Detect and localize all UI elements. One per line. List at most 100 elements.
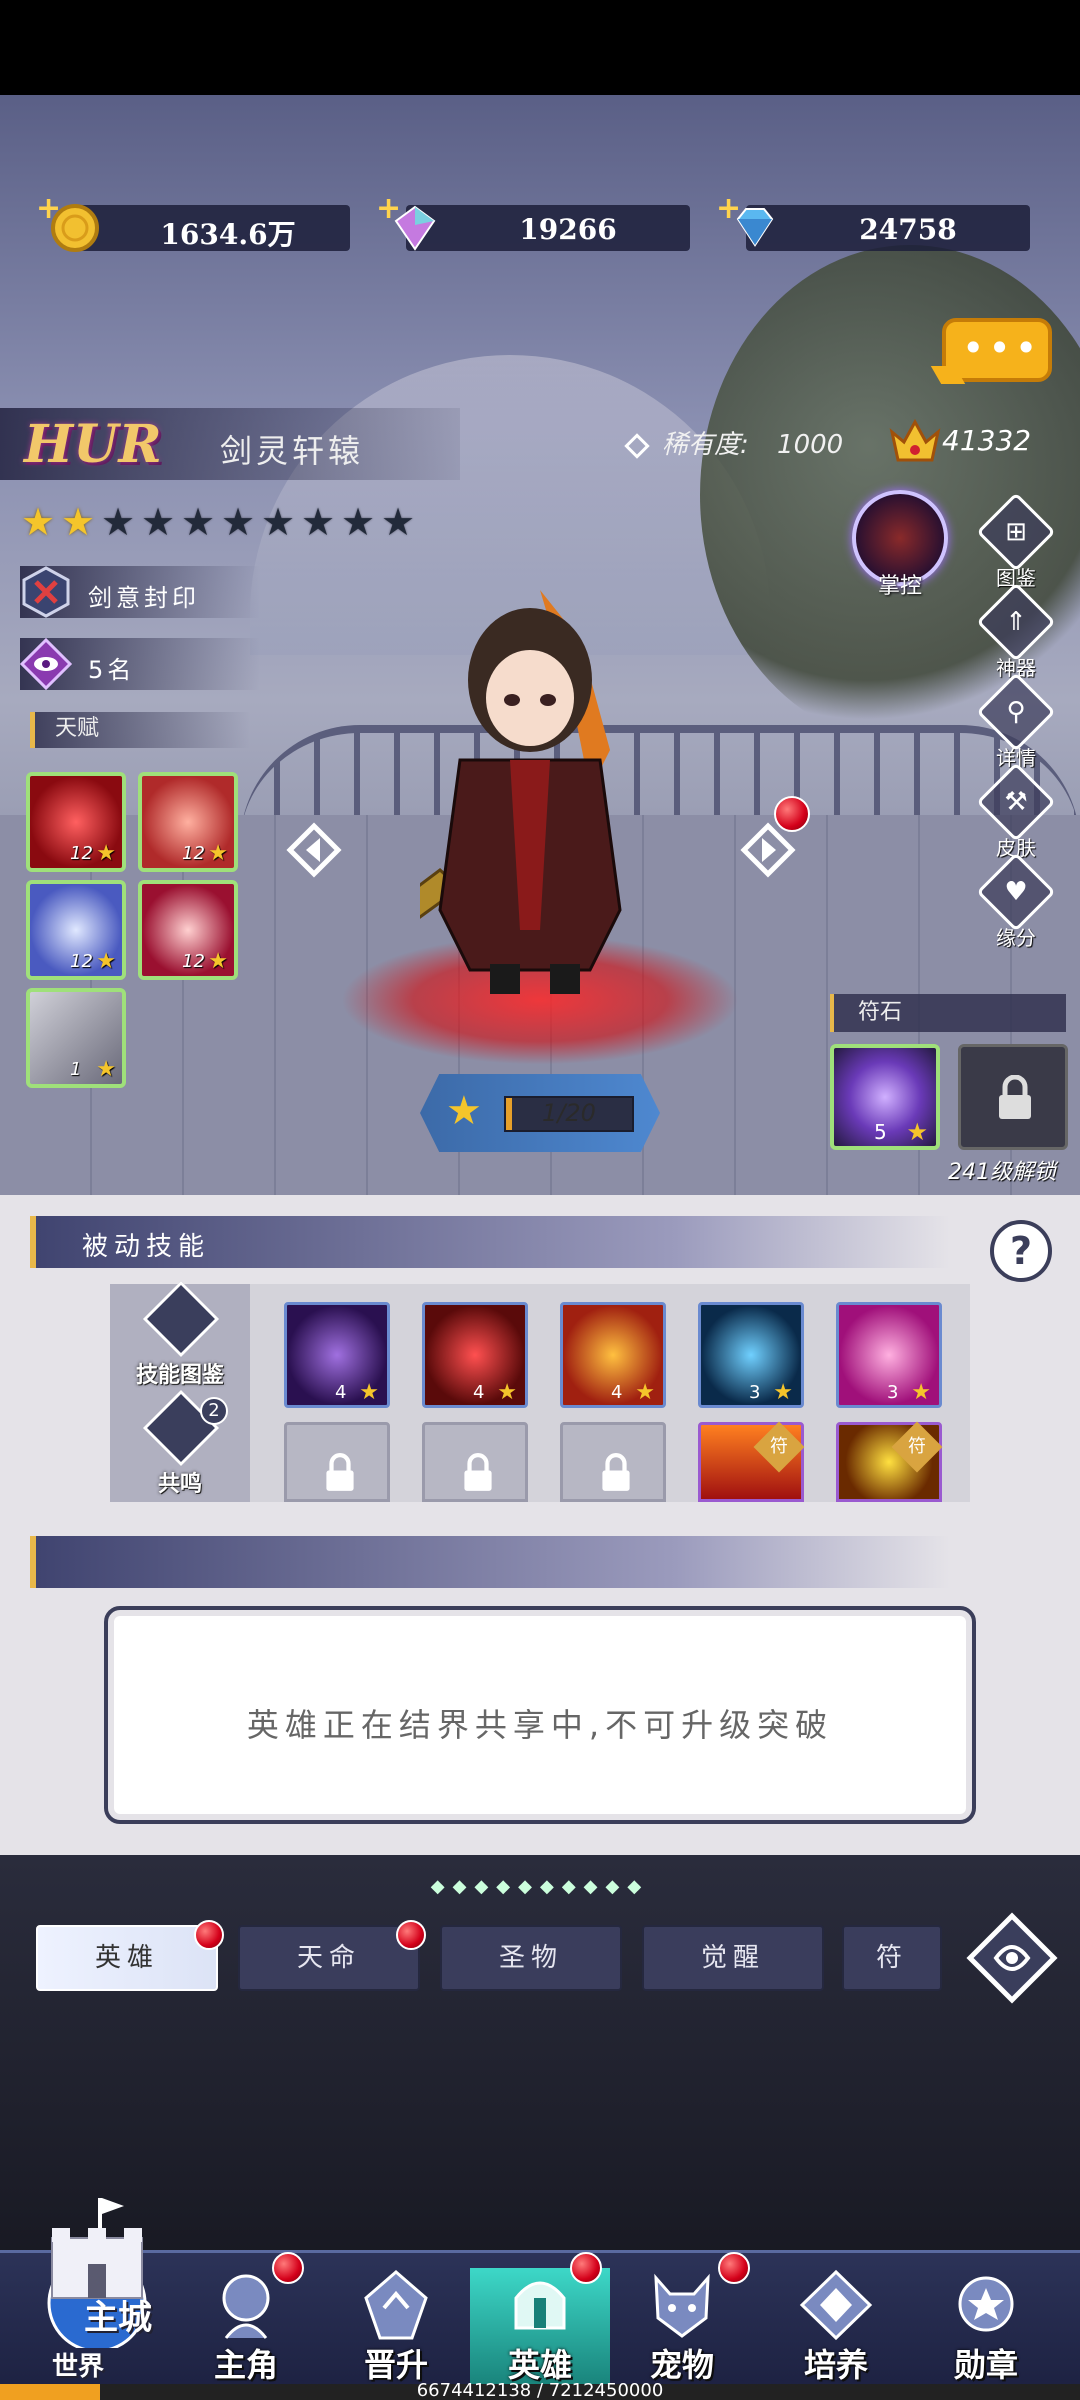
- passive-slot-rune-2[interactable]: 符: [836, 1421, 943, 1502]
- star-icon: ★: [20, 500, 56, 544]
- passive-skill-5[interactable]: 3 ★: [836, 1302, 942, 1408]
- star-icon: ★: [359, 1380, 379, 1405]
- passive-skill-1[interactable]: 4 ★: [284, 1302, 390, 1408]
- chat-dots-icon: •••: [962, 326, 1042, 370]
- passive-slot-locked-2[interactable]: [422, 1422, 528, 1502]
- gold-value: 1634.6万: [160, 218, 296, 251]
- level-up-arrow-icon: ★: [446, 1088, 482, 1134]
- hero-character[interactable]: [420, 570, 660, 1010]
- world-label: 世界: [52, 2352, 105, 2382]
- tab-label: 符: [875, 1943, 908, 1973]
- passive-skill-3[interactable]: 4 ★: [560, 1302, 666, 1408]
- star-icon: ★: [380, 500, 416, 544]
- helmet-icon: [514, 2281, 566, 2330]
- tab-scroll-icon[interactable]: [966, 1912, 1058, 2004]
- talent-skill-4[interactable]: 12 ★: [138, 880, 238, 980]
- passive-skill-2[interactable]: 4 ★: [422, 1302, 528, 1408]
- skill-level: 3: [887, 1382, 899, 1403]
- talent-skill-5[interactable]: 1 ★: [26, 988, 126, 1088]
- cultivate-icon: [799, 2269, 873, 2341]
- hero-name-banner: HUR 剑灵轩辕: [0, 408, 460, 480]
- divider-dots: ◆◆◆◆◆◆◆◆◆◆: [430, 1876, 650, 1897]
- star-icon: ★: [906, 1118, 928, 1146]
- nav-medal[interactable]: 勋章: [916, 2268, 1056, 2390]
- nav-pet[interactable]: 宠物: [612, 2268, 752, 2390]
- talent-skill-1[interactable]: 12 ★: [26, 772, 126, 872]
- notification-dot: [194, 1920, 224, 1950]
- rune-badge-label: 符: [770, 1436, 788, 1457]
- heart-icon: ♥: [1004, 877, 1028, 907]
- ranking-row[interactable]: 5名: [20, 638, 260, 690]
- rune-slot-locked[interactable]: [958, 1044, 1068, 1150]
- nav-cultivate[interactable]: 培养: [766, 2268, 906, 2390]
- notification-dot: [718, 2252, 750, 2284]
- star-icon: ★: [96, 1057, 116, 1082]
- main-city-button[interactable]: 主城 世界: [12, 2198, 172, 2388]
- menu-bond[interactable]: ♥ 缘分: [976, 852, 1056, 964]
- level-up-bar[interactable]: ★ 1/20: [420, 1074, 660, 1152]
- pet-icon: [654, 2273, 710, 2338]
- star-icon: ★: [911, 1380, 931, 1405]
- passive-slot-locked-1[interactable]: [284, 1422, 390, 1502]
- talent-skill-3[interactable]: 12 ★: [26, 880, 126, 980]
- passive-skill-4[interactable]: 3 ★: [698, 1302, 804, 1408]
- skill-level: 12: [70, 951, 93, 972]
- gold-counter[interactable]: + 1634.6万: [36, 191, 350, 252]
- hero-rank: HUR: [24, 414, 162, 475]
- hero-name: 剑灵轩辕: [220, 432, 365, 470]
- tab-relic[interactable]: 圣物: [440, 1925, 622, 1991]
- message-text: 英雄正在结界共享中,不可升级突破: [246, 1706, 834, 1744]
- star-icon: ★: [220, 500, 256, 544]
- message-box: 英雄正在结界共享中,不可升级突破: [104, 1606, 976, 1824]
- protagonist-icon: [222, 2274, 270, 2339]
- help-button[interactable]: ?: [990, 1220, 1052, 1282]
- star-icon: ★: [140, 500, 176, 544]
- resonance-button[interactable]: 共鸣 2: [110, 1389, 250, 1502]
- passive-slot-rune-1[interactable]: 符: [698, 1421, 805, 1502]
- rarity: 稀有度: 1000: [624, 424, 843, 461]
- add-diamond-icon[interactable]: +: [716, 191, 741, 226]
- rune-badge-label: 符: [908, 1436, 926, 1457]
- rune-level: 5: [874, 1120, 887, 1144]
- passive-skills-header: 被动技能: [30, 1216, 950, 1268]
- add-gold-icon[interactable]: +: [36, 191, 61, 226]
- nav-hero[interactable]: 英雄: [470, 2268, 610, 2390]
- chat-button[interactable]: •••: [942, 318, 1052, 382]
- tab-awaken[interactable]: 觉醒: [642, 1925, 824, 1991]
- passive-slot-locked-3[interactable]: [560, 1422, 666, 1502]
- diamond-counter[interactable]: + 24758: [716, 191, 1030, 251]
- tab-destiny[interactable]: 天命: [238, 1925, 420, 1991]
- skill-level: 1: [70, 1059, 82, 1080]
- add-gem-icon[interactable]: +: [376, 191, 401, 226]
- skill-codex-button[interactable]: 技能图鉴: [110, 1280, 250, 1393]
- prev-hero-arrow-icon[interactable]: [286, 822, 342, 878]
- tab-label: 天命: [296, 1943, 361, 1973]
- star-icon: ★: [497, 1380, 517, 1405]
- exp-progress-text: 6674412138 / 7212450000: [416, 2380, 664, 2400]
- gem-counter[interactable]: + 19266: [376, 191, 690, 251]
- rune-badge: 符: [753, 1421, 805, 1473]
- eye-icon: [20, 638, 72, 690]
- star-icon: ★: [300, 500, 336, 544]
- rarity-diamond-icon: [624, 432, 650, 459]
- seal-label: 剑意封印: [88, 584, 200, 612]
- rune-unlock-text: 241级解锁: [948, 1160, 1056, 1185]
- power-value: 41332: [942, 424, 1032, 457]
- nav-promotion[interactable]: 晋升: [326, 2268, 466, 2390]
- star-icon: ★: [635, 1380, 655, 1405]
- star-icon: ★: [60, 500, 96, 544]
- gem-value: 19266: [519, 213, 617, 246]
- notification-dot: [396, 1920, 426, 1950]
- seal-icon: [22, 566, 70, 618]
- lock-icon: [602, 1453, 630, 1491]
- skill-level: 12: [70, 843, 93, 864]
- nav-protagonist[interactable]: 主角: [176, 2268, 316, 2390]
- seal-row[interactable]: 剑意封印: [20, 566, 260, 618]
- tab-hero[interactable]: 英雄: [36, 1925, 218, 1991]
- tab-rune[interactable]: 符: [842, 1925, 942, 1991]
- artifact-icon: ⇑: [1005, 607, 1027, 637]
- ranking-label: 5名: [88, 656, 136, 684]
- talent-skill-2[interactable]: 12 ★: [138, 772, 238, 872]
- star-icon: ★: [340, 500, 376, 544]
- rune-slot-1[interactable]: 5 ★: [830, 1044, 940, 1150]
